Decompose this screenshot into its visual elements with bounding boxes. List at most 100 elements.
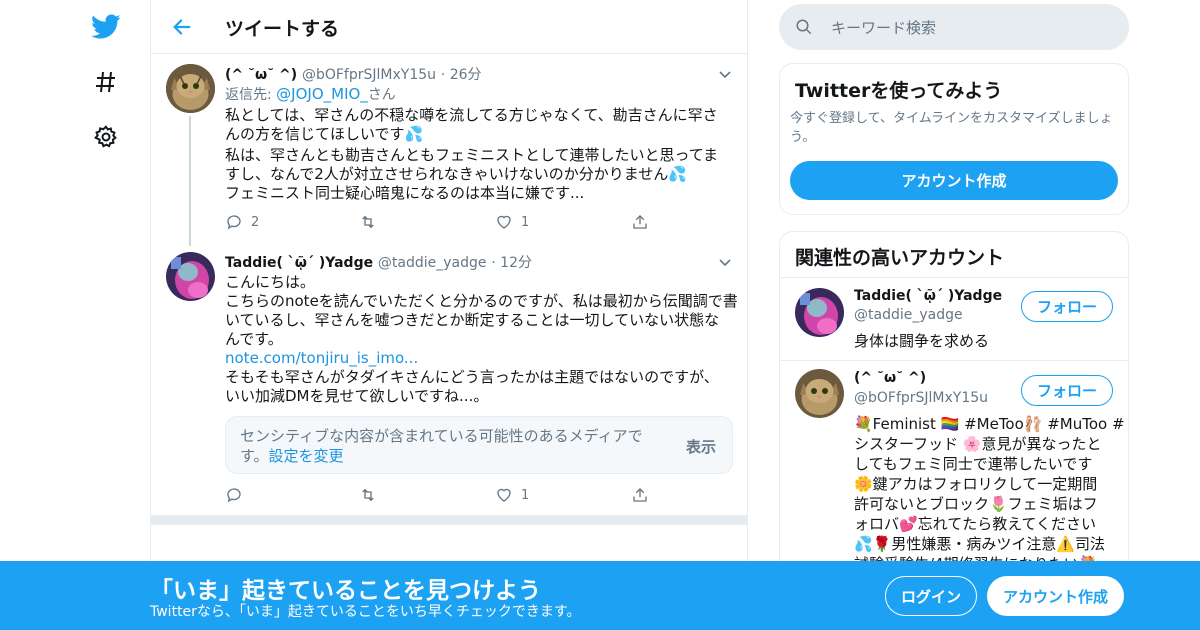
separator-dot: ·	[440, 67, 450, 83]
banner-subtitle: Twitterなら、「いま」起きていることをいち早くチェックできます。	[150, 604, 581, 620]
reply-icon	[227, 215, 241, 230]
follow-button[interactable]: フォロー	[1021, 375, 1113, 406]
avatar[interactable]	[795, 288, 844, 337]
create-account-button[interactable]: アカウント作成	[790, 161, 1118, 200]
share-icon	[633, 215, 647, 229]
tweet-text-line: んです。	[225, 330, 283, 348]
hashtag-icon[interactable]	[90, 66, 122, 98]
show-media-button[interactable]: 表示	[686, 436, 716, 457]
chevron-down-icon[interactable]	[717, 254, 733, 270]
left-nav	[0, 0, 150, 630]
tweet-text-line: 私は、罕さんとも勘吉さんともフェミニストとして連帯したいと思ってま	[225, 146, 719, 164]
tweet-text-line: そもそも罕さんがタダイキさんにどう言ったかは主題ではないのですが、	[225, 368, 719, 386]
timestamp[interactable]: 12分	[500, 255, 532, 271]
bio-line: ォロバ💕忘れてたら教えてください	[854, 515, 1097, 533]
avatar[interactable]	[166, 252, 215, 301]
bio-line: 💦🌹男性嫌悪・病みツイ注意⚠️司法	[854, 535, 1106, 553]
retweet-button[interactable]	[359, 486, 377, 504]
separator-dot: ·	[491, 255, 501, 271]
reply-icon	[227, 488, 241, 503]
page: ツイートする (^ ˘ω˘ ^) @bOFfprSJlMxY15u · 26分 …	[0, 0, 1200, 630]
tweet-text-line: フェミニスト同士疑心暗鬼になるのは本当に嫌です...	[225, 184, 585, 202]
like-count: 1	[521, 487, 530, 503]
reply-button[interactable]: 2	[225, 213, 259, 231]
bio-line: シスターフッド 🌸意見が異なったと	[854, 435, 1102, 453]
tweet-column: ツイートする (^ ˘ω˘ ^) @bOFfprSJlMxY15u · 26分 …	[150, 0, 748, 630]
avatar[interactable]	[795, 369, 844, 418]
sensitive-line: す。	[240, 447, 269, 465]
account-row[interactable]: Taddie( ˋῷ´ )Yadge @taddie_yadge 身体は闘争を求…	[780, 278, 1128, 360]
section-divider	[151, 515, 747, 525]
signup-button[interactable]: アカウント作成	[987, 576, 1124, 616]
heart-icon	[497, 215, 511, 229]
account-handle[interactable]: @taddie_yadge	[854, 307, 963, 323]
back-arrow-icon[interactable]	[169, 14, 195, 40]
tweet-text-line: いているし、罕さんを嘘つきだとか断定することは一切していない状態な	[225, 311, 720, 329]
login-button[interactable]: ログイン	[885, 576, 977, 616]
like-button[interactable]: 1	[495, 213, 529, 231]
banner-title: 「いま」起きていることを見つけよう	[150, 578, 541, 604]
chevron-down-icon[interactable]	[717, 66, 733, 82]
like-count: 1	[521, 214, 530, 230]
column-header: ツイートする	[151, 0, 747, 54]
reply-count: 2	[251, 214, 260, 230]
page-title: ツイートする	[225, 18, 340, 40]
tweet[interactable]: (^ ˘ω˘ ^) @bOFfprSJlMxY15u · 26分 返信先: @J…	[151, 54, 747, 246]
tweet-text-line: こんにちは。	[225, 273, 316, 291]
tweet-header: (^ ˘ω˘ ^) @bOFfprSJlMxY15u · 26分	[225, 64, 482, 85]
tweet-text-line: んの方を信じてほしいです💦	[225, 125, 424, 143]
signup-card: Twitterを使ってみよう 今すぐ登録して、タイムラインをカスタマイズしましょ…	[779, 63, 1129, 215]
tweet-text-line: すし、なんで2人が対立させられなきゃいけないのか分かりません💦	[225, 165, 688, 183]
bio-line: 💐Feminist 🏳️‍🌈 #MeToo🩰 #MuToo #	[854, 415, 1125, 433]
tweet-text-line: こちらのnoteを読んでいただくと分かるのですが、私は最初から伝聞調で書	[225, 292, 738, 310]
share-button[interactable]	[631, 213, 649, 231]
twitter-bird-icon[interactable]	[90, 11, 122, 43]
tweet-text-line: 私としては、罕さんの不穏な噂を流してる方じゃなくて、勘吉さんに罕さ	[225, 106, 718, 124]
related-accounts-card: 関連性の高いアカウント Taddie( ˋῷ´ )Yadge @taddie_y…	[779, 231, 1129, 571]
search-icon	[795, 18, 813, 40]
sensitive-line: センシティブな内容が含まれている可能性のあるメディアで	[240, 427, 643, 445]
avatar[interactable]	[166, 64, 215, 113]
thread-line	[189, 116, 191, 246]
reply-button[interactable]	[225, 486, 243, 504]
account-name[interactable]: Taddie( ˋῷ´ )Yadge	[854, 288, 1002, 304]
account-name[interactable]: (^ ˘ω˘ ^)	[854, 370, 926, 386]
bio-line: 許可ないとブロック🌷フェミ垢はフ	[854, 495, 1098, 513]
bio-line: 🌼鍵アカはフォロリクして一定期間	[854, 475, 1098, 493]
signup-banner: 「いま」起きていることを見つけよう Twitterなら、「いま」起きていることを…	[0, 561, 1200, 630]
sensitive-media-notice: センシティブな内容が含まれている可能性のあるメディアで す。設定を変更 表示	[225, 416, 733, 474]
search-box[interactable]: キーワード検索	[779, 4, 1129, 50]
handle[interactable]: @bOFfprSJlMxY15u	[302, 67, 436, 83]
display-name[interactable]: Taddie( ˋῷ´ )Yadge	[225, 255, 373, 271]
tweet-header: Taddie( ˋῷ´ )Yadge @taddie_yadge · 12分	[225, 252, 532, 273]
account-bio: 💐Feminist 🏳️‍🌈 #MeToo🩰 #MuToo # シスターフッド …	[854, 414, 1125, 570]
reply-suffix: さん	[367, 87, 396, 103]
share-icon	[633, 488, 647, 502]
reply-to-link[interactable]: @JOJO_MIO_	[276, 85, 368, 103]
account-handle[interactable]: @bOFfprSJlMxY15u	[854, 390, 988, 406]
follow-button[interactable]: フォロー	[1021, 291, 1113, 322]
desc-line: う。	[790, 130, 816, 145]
display-name[interactable]: (^ ˘ω˘ ^)	[225, 67, 297, 83]
handle[interactable]: @taddie_yadge	[378, 255, 487, 271]
signup-card-title: Twitterを使ってみよう	[795, 80, 1003, 102]
timestamp[interactable]: 26分	[450, 67, 482, 83]
tweet-text-line: いい加減DMを見せて欲しいですね...。	[225, 387, 489, 405]
like-button[interactable]: 1	[495, 486, 529, 504]
desc-line: 今すぐ登録して、タイムラインをカスタマイズしましょ	[790, 111, 1113, 126]
account-row[interactable]: (^ ˘ω˘ ^) @bOFfprSJlMxY15u フォロー 💐Feminis…	[780, 361, 1128, 570]
search-input[interactable]: キーワード検索	[831, 17, 936, 38]
reply-context: 返信先: @JOJO_MIO_さん	[225, 84, 396, 105]
reply-prefix: 返信先:	[225, 87, 277, 103]
note-link[interactable]: note.com/tonjiru_is_imo...	[225, 348, 418, 368]
signup-card-desc: 今すぐ登録して、タイムラインをカスタマイズしましょ う。	[790, 109, 1113, 147]
account-bio: 身体は闘争を求める	[854, 332, 990, 350]
settings-gear-icon[interactable]	[90, 121, 122, 153]
retweet-button[interactable]	[359, 213, 377, 231]
sensitive-media-text: センシティブな内容が含まれている可能性のあるメディアで す。設定を変更	[240, 426, 650, 466]
bio-line: してもフェミ同士で連帯したいです	[854, 455, 1093, 473]
retweet-icon	[362, 215, 374, 229]
share-button[interactable]	[631, 486, 649, 504]
change-settings-link[interactable]: 設定を変更	[269, 447, 344, 465]
heart-icon	[497, 488, 511, 502]
